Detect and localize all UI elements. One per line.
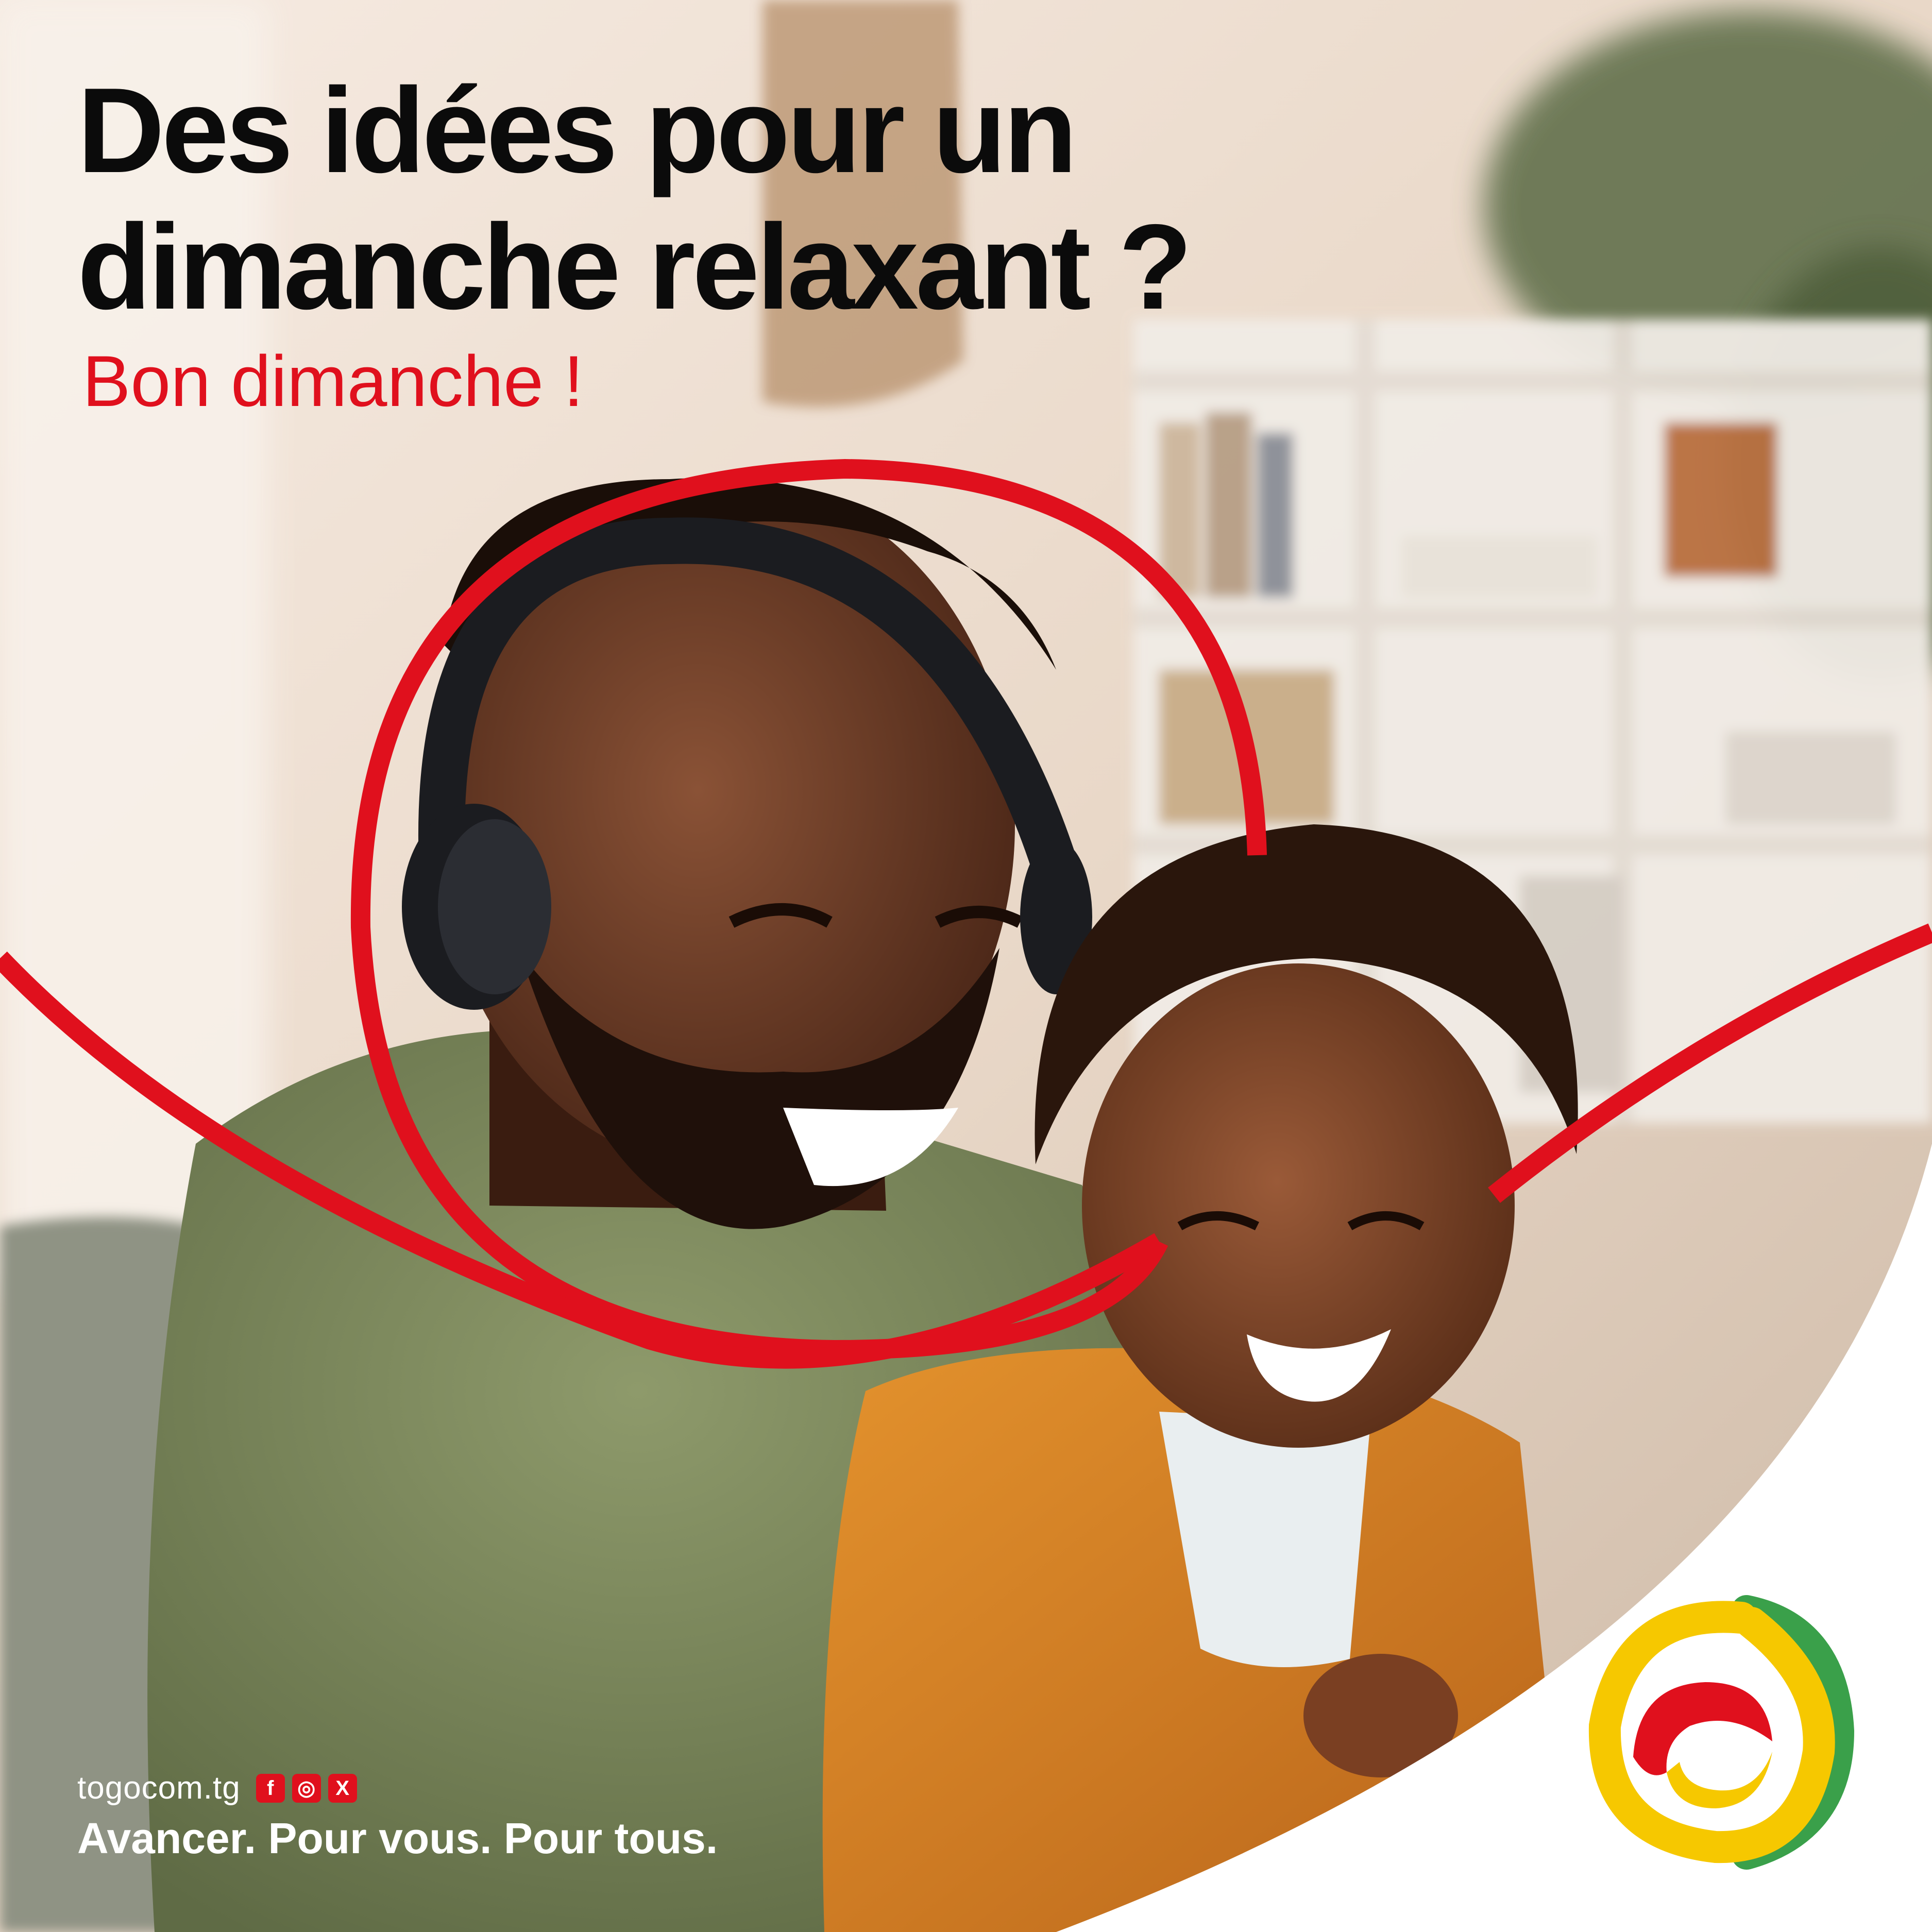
headline-line-1: Des idées pour un	[77, 62, 1077, 198]
headline-line-2: dimanche relaxant ?	[77, 199, 1192, 334]
tagline: Avancer. Pour vous. Pour tous.	[77, 1814, 718, 1862]
footer-site-row: togocom.tg f ◎ X	[77, 1770, 357, 1806]
promo-poster: Des idées pour un dimanche relaxant ? Bo…	[0, 0, 1932, 1932]
togocom-logo-icon	[1588, 1595, 1855, 1870]
headline: Des idées pour un dimanche relaxant ?	[77, 62, 1192, 335]
instagram-icon[interactable]: ◎	[292, 1773, 321, 1803]
website-link[interactable]: togocom.tg	[77, 1770, 241, 1806]
subheadline: Bon dimanche !	[82, 341, 584, 421]
facebook-icon[interactable]: f	[256, 1773, 285, 1803]
x-icon[interactable]: X	[328, 1773, 357, 1803]
social-links: f ◎ X	[256, 1773, 357, 1803]
